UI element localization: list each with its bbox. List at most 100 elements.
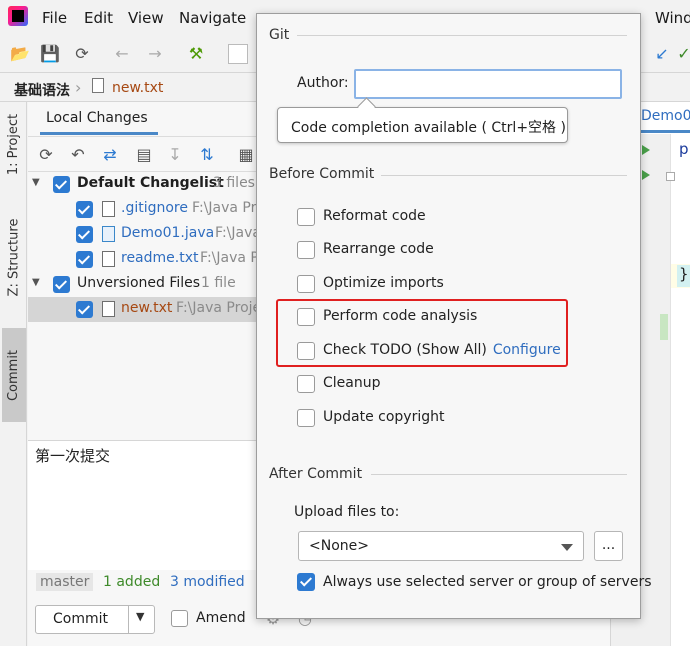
tab-underline — [40, 132, 158, 135]
editor-tab-underline — [635, 130, 690, 133]
commit-button-label: Commit — [53, 611, 108, 627]
chevron-down-icon — [561, 544, 573, 551]
back-arrow-icon[interactable]: ← — [112, 44, 132, 64]
option-checkbox[interactable] — [297, 375, 315, 393]
commit-button[interactable]: Commit ▼ — [35, 605, 155, 634]
code-completion-tooltip: Code completion available ( Ctrl+空格 ) — [277, 107, 568, 143]
chevron-down-icon[interactable]: ▼ — [136, 610, 144, 623]
option-checkbox[interactable] — [297, 275, 315, 293]
tab-local-changes[interactable]: Local Changes — [46, 110, 148, 126]
menu-file[interactable]: File — [42, 9, 67, 27]
open-folder-icon[interactable]: 📂 — [10, 44, 30, 64]
download-icon[interactable]: ↧ — [165, 145, 185, 165]
unversioned-checkbox[interactable] — [53, 276, 70, 293]
intellij-logo-icon — [8, 6, 28, 26]
commit-message-text[interactable]: 第一次提交 — [35, 445, 110, 466]
file-name: new.txt — [121, 300, 173, 316]
file-path: F:\Java Pr — [200, 250, 265, 266]
branch-badge: master — [36, 573, 94, 591]
chevron-right-icon: › — [75, 78, 82, 97]
divider — [381, 175, 627, 176]
added-count[interactable]: 1 added — [103, 574, 160, 590]
option-cleanup[interactable]: Cleanup — [297, 373, 617, 395]
author-input[interactable] — [354, 69, 622, 99]
file-name: .gitignore — [121, 200, 188, 216]
annotation-highlight-box — [276, 299, 568, 367]
option-checkbox[interactable] — [297, 241, 315, 259]
breadcrumb-project[interactable]: 基础语法 — [14, 80, 70, 100]
option-label: Optimize imports — [323, 275, 444, 291]
changelist-count: 3 files — [213, 175, 255, 191]
fold-icon[interactable] — [666, 172, 675, 181]
refresh-icon[interactable]: ⟳ — [36, 145, 56, 165]
always-use-server-label: Always use selected server or group of s… — [323, 574, 652, 590]
build-hammer-icon[interactable]: ⚒ — [186, 44, 206, 64]
group-by-icon[interactable]: ▦ — [236, 145, 256, 165]
menu-view[interactable]: View — [128, 9, 164, 27]
option-reformat-code[interactable]: Reformat code — [297, 206, 617, 228]
file-checkbox[interactable] — [76, 226, 93, 243]
always-use-server-checkbox[interactable] — [297, 573, 315, 591]
changelist-checkbox[interactable] — [53, 176, 70, 193]
menu-navigate[interactable]: Navigate — [179, 9, 246, 27]
file-path: F:\Java Pro — [192, 200, 265, 216]
option-label: Update copyright — [323, 409, 445, 425]
upload-server-value: <None> — [309, 538, 369, 554]
run-gutter-icon[interactable] — [642, 170, 650, 180]
sync-icon[interactable]: ⟳ — [72, 44, 92, 64]
git-commit-options-popup: Git Author: Code completion available ( … — [256, 13, 652, 619]
run-gutter-icon[interactable] — [642, 145, 650, 155]
vcs-commit-icon[interactable]: ✓ — [674, 44, 690, 64]
option-checkbox[interactable] — [297, 208, 315, 226]
left-tool-strip: 1: Project Z: Structure Commit — [0, 102, 27, 646]
changelist-label: Default Changelist — [77, 175, 224, 191]
tab-structure[interactable]: Z: Structure — [2, 212, 26, 302]
divider — [371, 474, 627, 475]
file-checkbox[interactable] — [76, 301, 93, 318]
modified-count[interactable]: 3 modified — [170, 574, 245, 590]
before-commit-title: Before Commit — [269, 166, 375, 182]
file-checkbox[interactable] — [76, 251, 93, 268]
chevron-down-icon[interactable]: ▼ — [32, 278, 42, 288]
code-text: p — [679, 140, 689, 158]
editor-tab[interactable]: Demo0 — [641, 108, 690, 124]
diff-icon[interactable]: ⇅ — [197, 145, 217, 165]
tab-commit-label: Commit — [6, 349, 22, 401]
amend-checkbox[interactable] — [171, 610, 188, 627]
text-file-icon — [102, 251, 115, 267]
unversioned-label: Unversioned Files — [77, 275, 201, 291]
run-config-icon[interactable] — [228, 44, 248, 64]
chevron-down-icon[interactable]: ▼ — [32, 178, 42, 188]
option-label: Rearrange code — [323, 241, 434, 257]
upload-files-label: Upload files to: — [294, 504, 400, 520]
option-label: Reformat code — [323, 208, 426, 224]
save-icon[interactable]: 💾 — [40, 44, 60, 64]
unversioned-count: 1 file — [201, 275, 236, 291]
tab-project-label: 1: Project — [6, 113, 22, 175]
shelve-icon[interactable]: ▤ — [134, 145, 154, 165]
file-path: F:\Java Proje — [176, 300, 262, 316]
tab-commit[interactable]: Commit — [2, 328, 26, 422]
java-file-icon — [102, 226, 115, 242]
file-path: F:\Java — [215, 225, 261, 241]
tab-project[interactable]: 1: Project — [2, 108, 26, 180]
amend-label: Amend — [196, 610, 246, 626]
vcs-update-icon[interactable]: ↙ — [652, 44, 672, 64]
upload-server-select[interactable]: <None> — [298, 531, 584, 561]
browse-servers-button[interactable]: ... — [594, 531, 623, 561]
breadcrumb-file[interactable]: new.txt — [112, 80, 163, 96]
menu-window[interactable]: Windo — [655, 9, 690, 27]
tooltip-text: Code completion available ( Ctrl+空格 ) — [291, 120, 566, 136]
forward-arrow-icon[interactable]: → — [145, 44, 165, 64]
menu-edit[interactable]: Edit — [84, 9, 113, 27]
option-update-copyright[interactable]: Update copyright — [297, 407, 617, 429]
gitignore-file-icon — [102, 201, 115, 217]
update-icon[interactable]: ⇄ — [100, 145, 120, 165]
option-rearrange-code[interactable]: Rearrange code — [297, 239, 617, 261]
author-label: Author: — [297, 75, 349, 91]
rollback-icon[interactable]: ↶ — [68, 145, 88, 165]
file-checkbox[interactable] — [76, 201, 93, 218]
option-checkbox[interactable] — [297, 409, 315, 427]
option-optimize-imports[interactable]: Optimize imports — [297, 273, 617, 295]
text-file-icon — [92, 78, 104, 93]
